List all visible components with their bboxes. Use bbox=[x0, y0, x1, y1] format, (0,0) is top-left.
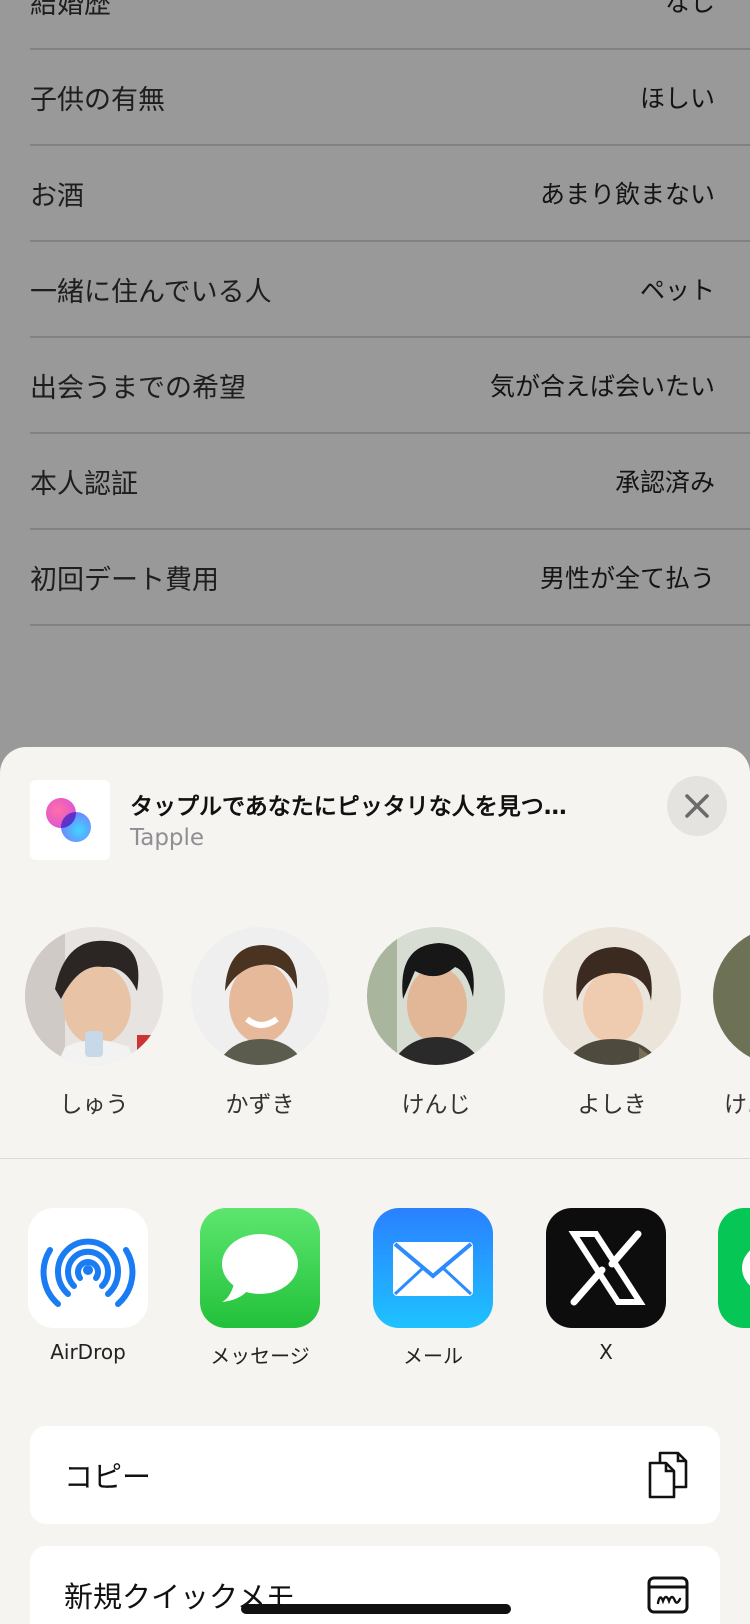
share-sheet: タップルであなたにピッタリな人を見つ… Tapple しゅう かずき けんじ よ… bbox=[0, 747, 750, 1624]
app-mail[interactable]: メール bbox=[345, 1208, 515, 1378]
avatar bbox=[367, 927, 505, 1065]
contact-name: けんじ bbox=[401, 1092, 471, 1118]
contact-item[interactable]: かずき bbox=[184, 927, 334, 1118]
quick-note-icon bbox=[647, 1576, 689, 1614]
contact-name: よしき bbox=[577, 1092, 647, 1118]
avatar bbox=[713, 927, 750, 1065]
contact-name: しゅう bbox=[59, 1092, 129, 1118]
avatar bbox=[543, 927, 681, 1065]
contact-name: け… bbox=[724, 1092, 750, 1118]
avatar bbox=[191, 927, 329, 1065]
line-icon bbox=[718, 1208, 750, 1328]
contact-item[interactable]: よしき bbox=[536, 927, 686, 1118]
contact-item[interactable]: け… bbox=[706, 927, 750, 1118]
app-airdrop[interactable]: AirDrop bbox=[0, 1208, 170, 1378]
copy-icon bbox=[648, 1451, 688, 1499]
app-label: X bbox=[599, 1340, 613, 1364]
share-subtitle: Tapple bbox=[130, 825, 205, 851]
copy-label: コピー bbox=[64, 1460, 152, 1494]
home-indicator[interactable] bbox=[241, 1604, 511, 1614]
app-label: AirDrop bbox=[50, 1340, 126, 1364]
app-messages[interactable]: メッセージ bbox=[172, 1208, 342, 1378]
messages-icon bbox=[200, 1208, 320, 1328]
contact-item[interactable]: けんじ bbox=[360, 927, 510, 1118]
close-button[interactable] bbox=[667, 776, 727, 836]
share-apps-row: AirDrop メッセージ メール X bbox=[0, 1208, 750, 1388]
airdrop-icon bbox=[28, 1208, 148, 1328]
avatar bbox=[25, 927, 163, 1065]
mail-icon bbox=[373, 1208, 493, 1328]
app-label: メール bbox=[403, 1344, 463, 1368]
app-label: メッセージ bbox=[210, 1344, 310, 1368]
copy-button[interactable]: コピー bbox=[30, 1426, 720, 1524]
share-title: タップルであなたにピッタリな人を見つ… bbox=[130, 794, 567, 820]
contact-item[interactable]: しゅう bbox=[18, 927, 168, 1118]
share-contacts-row: しゅう かずき けんじ よしき け bbox=[0, 927, 750, 1118]
section-divider bbox=[0, 1158, 750, 1159]
app-x[interactable]: X bbox=[518, 1208, 688, 1378]
x-icon bbox=[546, 1208, 666, 1328]
contact-name: かずき bbox=[225, 1092, 295, 1118]
app-line[interactable] bbox=[690, 1208, 750, 1378]
close-icon bbox=[685, 794, 709, 818]
tapple-logo-icon bbox=[30, 780, 110, 860]
share-sheet-header: タップルであなたにピッタリな人を見つ… Tapple bbox=[0, 747, 750, 877]
